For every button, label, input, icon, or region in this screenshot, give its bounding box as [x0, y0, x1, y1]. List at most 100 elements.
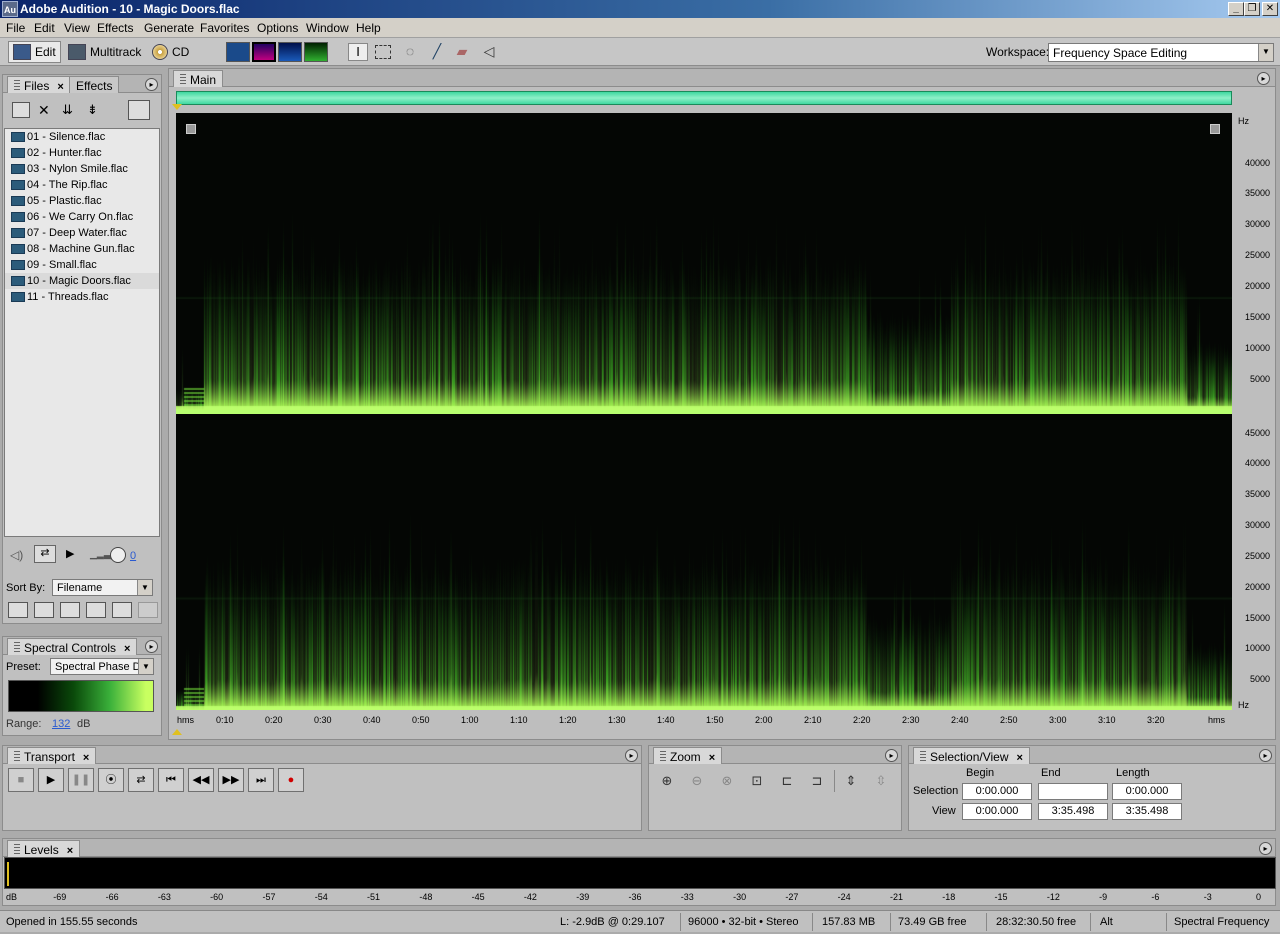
tab-main[interactable]: Main [173, 70, 224, 87]
record-button[interactable]: ● [278, 768, 304, 792]
selection-end-field[interactable] [1038, 783, 1108, 800]
tab-zoom[interactable]: Zoom × [653, 747, 723, 764]
skip-back-button[interactable]: ⏮ [158, 768, 184, 792]
tab-effects[interactable]: Effects [69, 76, 120, 93]
menu-window[interactable]: Window [306, 21, 349, 35]
spectral-phase-display-button[interactable] [304, 42, 328, 62]
open-file-icon[interactable] [12, 102, 30, 118]
view-begin-field[interactable]: 0:00.000 [962, 803, 1032, 820]
filter-cd-icon[interactable] [138, 602, 158, 618]
filter-video-icon[interactable] [60, 602, 80, 618]
tab-transport[interactable]: Transport × [7, 747, 97, 764]
file-list-item[interactable]: 07 - Deep Water.flac [5, 225, 159, 241]
file-list-item[interactable]: 02 - Hunter.flac [5, 145, 159, 161]
panel-menu-icon[interactable]: ▸ [1257, 72, 1270, 85]
overview-bar[interactable] [176, 91, 1232, 105]
panel-menu-icon[interactable]: ▸ [145, 78, 158, 91]
close-icon[interactable]: × [83, 752, 89, 764]
sort-by-select[interactable]: Filename ▼ [52, 579, 153, 596]
close-icon[interactable]: × [1017, 752, 1023, 764]
zoom-out-vertical-icon[interactable]: ⇳ [870, 771, 892, 791]
edit-view-button[interactable]: Edit [8, 41, 61, 63]
playhead-bottom-marker-icon[interactable] [172, 729, 182, 735]
view-end-field[interactable]: 3:35.498 [1038, 803, 1108, 820]
menu-help[interactable]: Help [356, 21, 381, 35]
marquee-tool-icon[interactable] [375, 45, 391, 59]
tab-selection-view[interactable]: Selection/View × [913, 747, 1030, 764]
play-from-cursor-button[interactable]: ⦿ [98, 768, 124, 792]
lasso-tool-icon[interactable]: ◌ [400, 43, 420, 61]
panel-menu-icon[interactable]: ▸ [1259, 842, 1272, 855]
menu-generate[interactable]: Generate [144, 21, 194, 35]
fast-forward-button[interactable]: ▶▶ [218, 768, 244, 792]
zoom-in-horizontal-icon[interactable]: ⊕ [656, 771, 678, 791]
zoom-out-full-icon[interactable]: ⊗ [716, 771, 738, 791]
workspace-select[interactable]: Frequency Space Editing ▼ [1048, 43, 1274, 62]
spectrogram-left-channel[interactable] [176, 113, 1232, 410]
zoom-corner-right-icon[interactable] [1210, 124, 1220, 134]
close-button[interactable]: ✕ [1262, 2, 1278, 16]
volume-knob[interactable] [110, 547, 126, 563]
waveform-display-button[interactable] [226, 42, 250, 62]
filter-midi-icon[interactable] [86, 602, 106, 618]
scrub-tool-icon[interactable]: ◁ [479, 43, 499, 61]
close-icon[interactable]: × [57, 81, 63, 93]
skip-forward-button[interactable]: ⏭ [248, 768, 274, 792]
filter-audio-icon[interactable] [8, 602, 28, 618]
zoom-to-right-edge-icon[interactable]: ⊐ [806, 771, 828, 791]
zoom-to-left-edge-icon[interactable]: ⊏ [776, 771, 798, 791]
filter-loop-icon[interactable] [34, 602, 54, 618]
speaker-icon[interactable]: ◁) [10, 548, 23, 562]
selection-length-field[interactable]: 0:00.000 [1112, 783, 1182, 800]
tab-files[interactable]: Files × [7, 76, 71, 93]
close-icon[interactable]: × [124, 643, 130, 655]
import-icon[interactable]: ⇊ [62, 102, 73, 118]
panel-menu-icon[interactable]: ▸ [145, 640, 158, 653]
spectral-frequency-display-button[interactable] [252, 42, 276, 62]
panel-menu-icon[interactable]: ▸ [885, 749, 898, 762]
close-icon[interactable]: × [67, 845, 73, 857]
file-list-item[interactable]: 01 - Silence.flac [5, 129, 159, 145]
menu-favorites[interactable]: Favorites [200, 21, 249, 35]
volume-value[interactable]: 0 [130, 550, 136, 562]
tab-levels[interactable]: Levels × [7, 840, 81, 857]
menu-effects[interactable]: Effects [97, 21, 133, 35]
file-list-item[interactable]: 06 - We Carry On.flac [5, 209, 159, 225]
rewind-button[interactable]: ◀◀ [188, 768, 214, 792]
panel-menu-icon[interactable]: ▸ [1259, 749, 1272, 762]
view-length-field[interactable]: 3:35.498 [1112, 803, 1182, 820]
preset-select[interactable]: Spectral Phase D ▼ [50, 658, 154, 675]
loop-icon[interactable]: ⇄ [34, 545, 56, 563]
play-button[interactable]: ▶ [38, 768, 64, 792]
panel-menu-icon[interactable]: ▸ [625, 749, 638, 762]
close-file-icon[interactable]: ✕ [38, 102, 50, 119]
selection-begin-field[interactable]: 0:00.000 [962, 783, 1032, 800]
color-gradient-bar[interactable] [8, 680, 154, 712]
file-list-item[interactable]: 08 - Machine Gun.flac [5, 241, 159, 257]
loop-button[interactable]: ⇄ [128, 768, 154, 792]
file-list-item[interactable]: 10 - Magic Doors.flac [5, 273, 159, 289]
file-options-icon[interactable] [128, 100, 150, 120]
zoom-to-selection-icon[interactable]: ⊡ [746, 771, 768, 791]
insert-icon[interactable]: ⇟ [87, 102, 98, 118]
zoom-corner-left-icon[interactable] [186, 124, 196, 134]
menu-options[interactable]: Options [257, 21, 298, 35]
playhead-marker-icon[interactable] [172, 104, 182, 110]
zoom-out-horizontal-icon[interactable]: ⊖ [686, 771, 708, 791]
filter-options-icon[interactable] [112, 602, 132, 618]
zoom-in-vertical-icon[interactable]: ⇕ [840, 771, 862, 791]
stop-button[interactable]: ■ [8, 768, 34, 792]
cd-view-button[interactable]: CD [148, 41, 193, 63]
multitrack-view-button[interactable]: Multitrack [64, 41, 145, 63]
spectrogram-right-channel[interactable] [176, 414, 1232, 710]
minimize-button[interactable]: _ [1228, 2, 1244, 16]
pause-button[interactable]: ❚❚ [68, 768, 94, 792]
spectral-pan-display-button[interactable] [278, 42, 302, 62]
restore-button[interactable]: ❐ [1244, 2, 1260, 16]
range-value[interactable]: 132 [52, 718, 70, 730]
file-list-item[interactable]: 09 - Small.flac [5, 257, 159, 273]
menu-file[interactable]: File [6, 21, 25, 35]
time-selection-tool-icon[interactable]: I [348, 43, 368, 61]
menu-edit[interactable]: Edit [34, 21, 55, 35]
close-icon[interactable]: × [709, 752, 715, 764]
